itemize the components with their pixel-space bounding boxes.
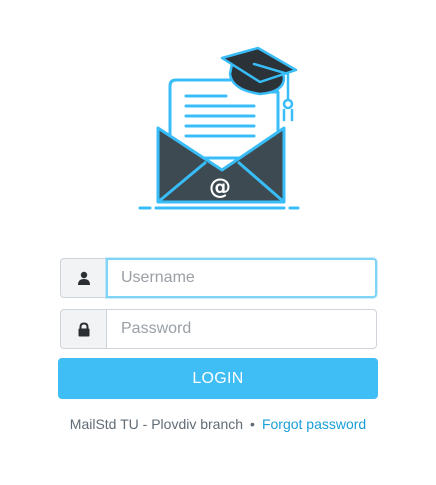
login-page: @ LOGIN MailStd TU - Pl xyxy=(0,0,436,485)
user-icon xyxy=(60,258,106,298)
envelope-graduation-cap-icon: @ xyxy=(138,46,300,210)
login-button[interactable]: LOGIN xyxy=(58,358,378,399)
password-field xyxy=(60,309,377,349)
svg-text:@: @ xyxy=(209,175,231,200)
footer: MailStd TU - Plovdiv branch • Forgot passw… xyxy=(0,416,436,432)
footer-separator: • xyxy=(250,416,255,432)
branch-text: MailStd TU - Plovdiv branch xyxy=(69,416,244,432)
forgot-password-link[interactable]: Forgot password xyxy=(262,416,366,432)
password-input[interactable] xyxy=(106,309,377,349)
lock-icon xyxy=(60,309,106,349)
username-input[interactable] xyxy=(106,258,377,298)
username-field xyxy=(60,258,377,298)
